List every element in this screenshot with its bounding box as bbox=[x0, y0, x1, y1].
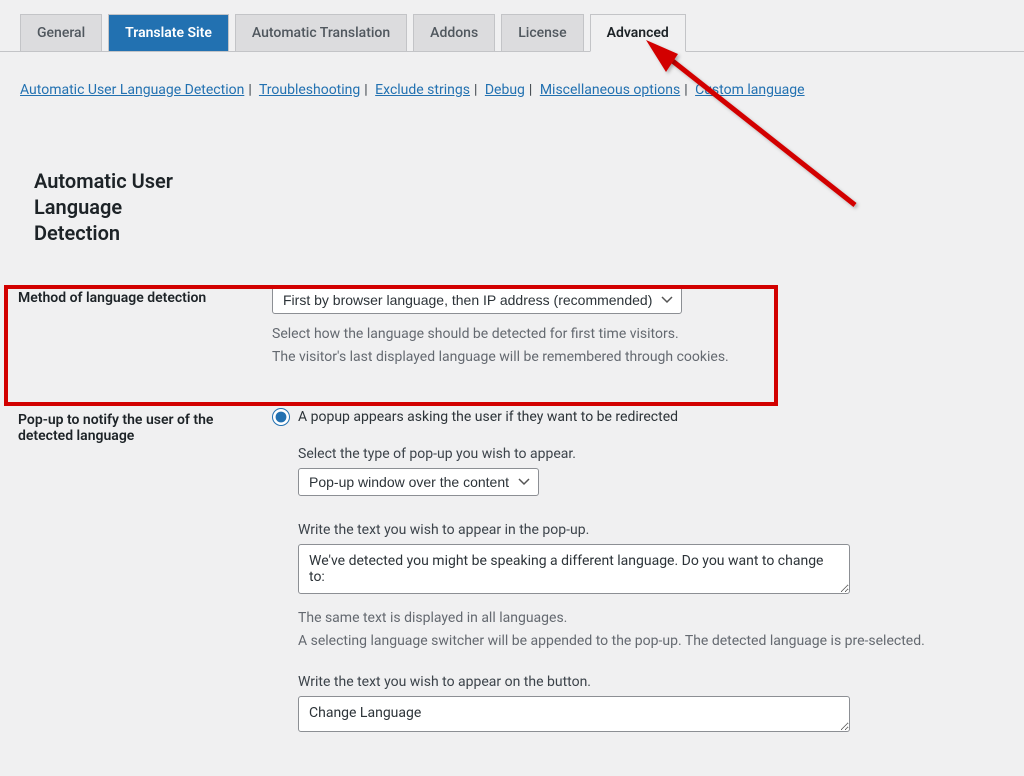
tab-translate-site[interactable]: Translate Site bbox=[108, 14, 229, 51]
popup-label: Pop-up to notify the user of the detecte… bbox=[18, 408, 272, 444]
sublink-debug[interactable]: Debug bbox=[485, 82, 525, 98]
popup-button-label: Write the text you wish to appear on the… bbox=[298, 674, 1006, 690]
popup-button-input[interactable] bbox=[298, 696, 850, 732]
sublink-auto-detection[interactable]: Automatic User Language Detection bbox=[20, 82, 244, 98]
section-title: Automatic User Language Detection bbox=[0, 108, 200, 266]
popup-radio-label: A popup appears asking the user if they … bbox=[298, 409, 678, 425]
tab-general[interactable]: General bbox=[20, 14, 102, 51]
settings-tabs: General Translate Site Automatic Transla… bbox=[0, 0, 1024, 52]
popup-text-label: Write the text you wish to appear in the… bbox=[298, 522, 1006, 538]
sublink-misc-options[interactable]: Miscellaneous options bbox=[540, 82, 680, 98]
sublink-exclude-strings[interactable]: Exclude strings bbox=[375, 82, 470, 98]
sublink-troubleshooting[interactable]: Troubleshooting bbox=[259, 82, 360, 98]
popup-type-select[interactable]: Pop-up window over the content bbox=[298, 468, 539, 496]
popup-text-input[interactable] bbox=[298, 544, 850, 594]
method-label: Method of language detection bbox=[18, 286, 272, 306]
popup-type-label: Select the type of pop-up you wish to ap… bbox=[298, 446, 1006, 462]
sublink-custom-language[interactable]: Custom language bbox=[695, 82, 804, 98]
setting-method: Method of language detection First by br… bbox=[0, 266, 1024, 388]
method-help1: Select how the language should be detect… bbox=[272, 324, 1006, 345]
method-select[interactable]: First by browser language, then IP addre… bbox=[272, 286, 682, 314]
tab-addons[interactable]: Addons bbox=[413, 14, 495, 51]
sublink-nav: Automatic User Language Detection| Troub… bbox=[0, 52, 1024, 108]
method-help2: The visitor's last displayed language wi… bbox=[272, 347, 1006, 368]
popup-radio[interactable] bbox=[272, 408, 290, 426]
tab-license[interactable]: License bbox=[501, 14, 583, 51]
tab-advanced[interactable]: Advanced bbox=[590, 14, 686, 52]
tab-automatic-translation[interactable]: Automatic Translation bbox=[235, 14, 407, 51]
setting-popup: Pop-up to notify the user of the detecte… bbox=[0, 388, 1024, 756]
popup-text-help2: A selecting language switcher will be ap… bbox=[298, 631, 1006, 652]
popup-radio-row: A popup appears asking the user if they … bbox=[272, 408, 1006, 426]
popup-text-help1: The same text is displayed in all langua… bbox=[298, 608, 1006, 629]
